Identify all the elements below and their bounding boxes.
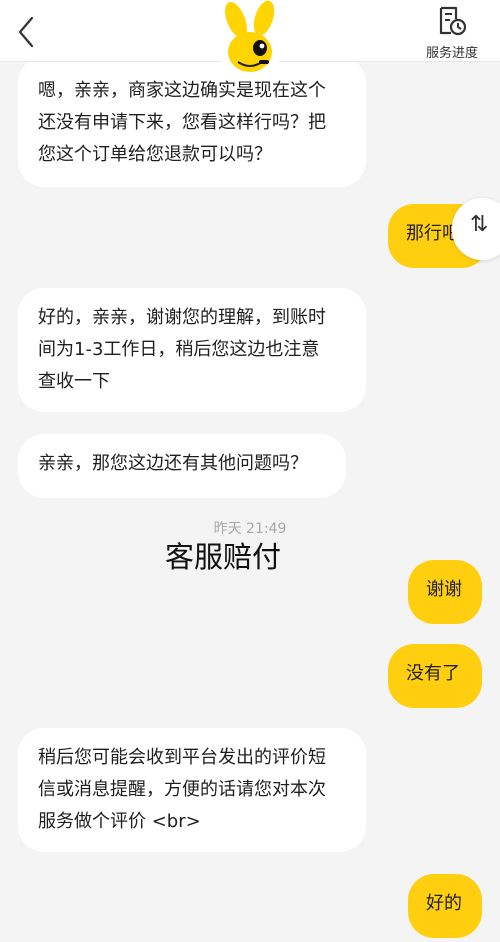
message-bubble-agent: 稍后您可能会收到平台发出的评价短 信或消息提醒，方便的话请您对本次 服务做个评价…: [18, 728, 366, 852]
yellow-mascot-icon: [214, 0, 286, 78]
message-bubble-user: 没有了: [388, 644, 482, 708]
document-clock-icon: [439, 6, 467, 36]
service-progress-button[interactable]: 服务进度: [416, 6, 488, 61]
message-text: 好的: [426, 893, 462, 914]
message-line: 好的，亲亲，谢谢您的理解，到账时: [38, 307, 326, 328]
message-bubble-agent: 嗯，亲亲，商家这边确实是现在这个 还没有申请下来，您看这样行吗？把 您这个订单给…: [18, 57, 366, 187]
message-text: 谢谢: [426, 579, 462, 600]
service-progress-label: 服务进度: [425, 46, 478, 61]
message-text: 亲亲，那您这边还有其他问题吗？: [38, 453, 308, 474]
message-line: 还没有申请下来，您看这样行吗？把: [38, 112, 326, 133]
message-line: 查收一下: [38, 371, 110, 392]
back-button[interactable]: [10, 12, 46, 52]
message-text: 没有了: [406, 663, 460, 684]
message-line: 信或消息提醒，方便的话请您对本次: [38, 779, 326, 800]
message-line: 嗯，亲亲，商家这边确实是现在这个: [38, 80, 326, 101]
message-bubble-agent: 好的，亲亲，谢谢您的理解，到账时 间为1-3工作日，稍后您这边也注意 查收一下: [18, 288, 366, 412]
message-line: 服务做个评价 <br>: [38, 811, 201, 832]
message-line: 您这个订单给您退款可以吗？: [38, 144, 272, 165]
message-line: 稍后您可能会收到平台发出的评价短: [38, 747, 326, 768]
message-bubble-user: 谢谢: [408, 560, 482, 624]
caption-title: 客服赔付: [164, 540, 281, 574]
message-bubble-agent: 亲亲，那您这边还有其他问题吗？: [18, 434, 346, 498]
message-bubble-user: 好的: [408, 874, 482, 938]
sort-arrows-icon: ⇅: [470, 212, 489, 237]
chevron-left-icon: [18, 16, 34, 48]
message-line: 间为1-3工作日，稍后您这边也注意: [38, 339, 320, 360]
